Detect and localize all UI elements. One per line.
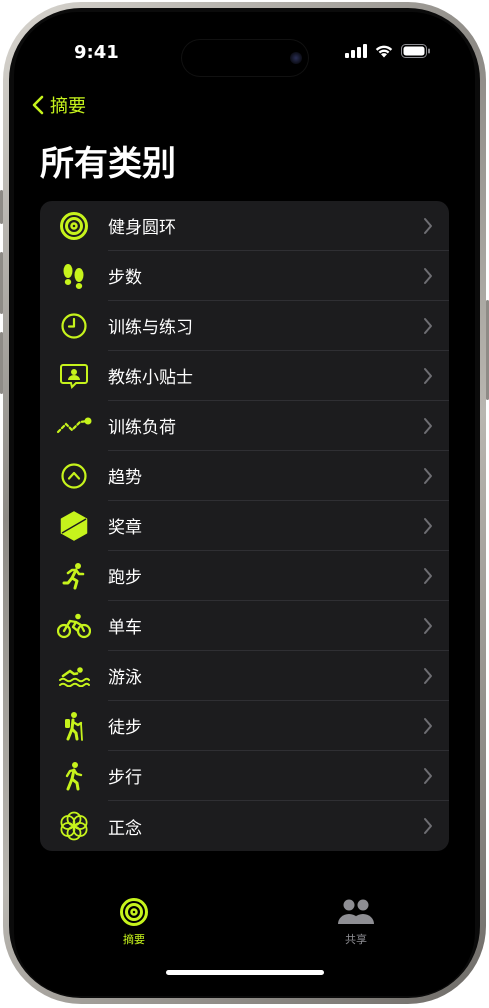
volume-up-button <box>0 252 3 314</box>
chevron-left-icon <box>32 95 44 115</box>
footprints-icon <box>63 264 84 289</box>
category-label: 跑步 <box>108 568 142 588</box>
back-button-label: 摘要 <box>50 96 86 117</box>
category-row-workouts[interactable]: 训练与练习 <box>40 301 449 351</box>
category-label: 步数 <box>108 268 142 288</box>
action-button <box>0 190 3 224</box>
back-button[interactable]: 摘要 <box>32 92 86 118</box>
category-label: 奖章 <box>108 518 142 538</box>
phone-screen: 9:41 摘要 所有类别 健身圆环 步数 训练与练习 教练小贴士 训练负荷 趋势… <box>14 12 475 996</box>
category-label: 健身圆环 <box>108 218 176 238</box>
category-row-cycling[interactable]: 单车 <box>40 601 449 651</box>
wifi-icon <box>375 45 393 58</box>
cycling-figure-icon <box>57 613 91 639</box>
home-indicator[interactable] <box>166 970 324 975</box>
category-label: 趋势 <box>108 468 142 488</box>
chevron-right-icon <box>424 467 432 484</box>
chevron-right-icon <box>424 767 432 784</box>
trend-arrow-icon <box>61 463 87 489</box>
category-row-coaching-tips[interactable]: 教练小贴士 <box>40 351 449 401</box>
swimming-figure-icon <box>59 667 90 687</box>
summary-rings-icon <box>120 898 148 926</box>
award-hexagon-icon <box>60 511 88 541</box>
category-row-steps[interactable]: 步数 <box>40 251 449 301</box>
status-icons <box>345 44 431 58</box>
chevron-right-icon <box>424 717 432 734</box>
activity-rings-icon <box>60 212 88 240</box>
chevron-right-icon <box>424 217 432 234</box>
chevron-right-icon <box>424 567 432 584</box>
category-row-awards[interactable]: 奖章 <box>40 501 449 551</box>
tab-bar: 摘要 共享 <box>14 897 475 957</box>
cellular-signal-icon <box>345 44 367 58</box>
category-label: 徒步 <box>108 718 142 738</box>
chevron-right-icon <box>424 317 432 334</box>
coaching-tip-icon <box>60 364 88 389</box>
category-label: 步行 <box>108 768 142 788</box>
running-figure-icon <box>62 563 85 590</box>
category-label: 训练与练习 <box>108 318 193 338</box>
clock-icon <box>61 313 87 339</box>
volume-down-button <box>0 332 3 394</box>
sharing-people-icon <box>338 899 374 924</box>
category-label: 游泳 <box>108 668 142 688</box>
category-row-walking[interactable]: 步行 <box>40 751 449 801</box>
tab-summary[interactable]: 摘要 <box>104 897 164 947</box>
category-row-hiking[interactable]: 徒步 <box>40 701 449 751</box>
battery-icon <box>401 44 430 58</box>
tab-sharing-label: 共享 <box>345 933 367 946</box>
category-row-swimming[interactable]: 游泳 <box>40 651 449 701</box>
walking-figure-icon <box>65 762 83 791</box>
tab-summary-label: 摘要 <box>123 933 145 946</box>
category-row-mindfulness[interactable]: 正念 <box>40 801 449 851</box>
chevron-right-icon <box>424 818 432 834</box>
category-row-training-load[interactable]: 训练负荷 <box>40 401 449 451</box>
category-label: 训练负荷 <box>108 418 176 438</box>
chevron-right-icon <box>424 517 432 534</box>
chevron-right-icon <box>424 367 432 384</box>
status-time: 9:41 <box>74 42 119 63</box>
chevron-right-icon <box>424 667 432 684</box>
category-label: 教练小贴士 <box>108 368 193 388</box>
category-row-running[interactable]: 跑步 <box>40 551 449 601</box>
training-load-icon <box>56 417 92 434</box>
chevron-right-icon <box>424 617 432 634</box>
chevron-right-icon <box>424 267 432 284</box>
chevron-right-icon <box>424 417 432 434</box>
category-label: 单车 <box>108 618 142 638</box>
tab-sharing[interactable]: 共享 <box>326 897 386 947</box>
category-label: 正念 <box>108 818 142 839</box>
page-title: 所有类别 <box>40 144 176 184</box>
category-list: 健身圆环 步数 训练与练习 教练小贴士 训练负荷 趋势 奖章 跑步 单车 游泳 … <box>40 201 449 851</box>
category-row-trends[interactable]: 趋势 <box>40 451 449 501</box>
front-camera <box>290 52 302 64</box>
mindfulness-flower-icon <box>60 811 88 841</box>
category-row-activity-rings[interactable]: 健身圆环 <box>40 201 449 251</box>
hiking-figure-icon <box>65 712 83 741</box>
